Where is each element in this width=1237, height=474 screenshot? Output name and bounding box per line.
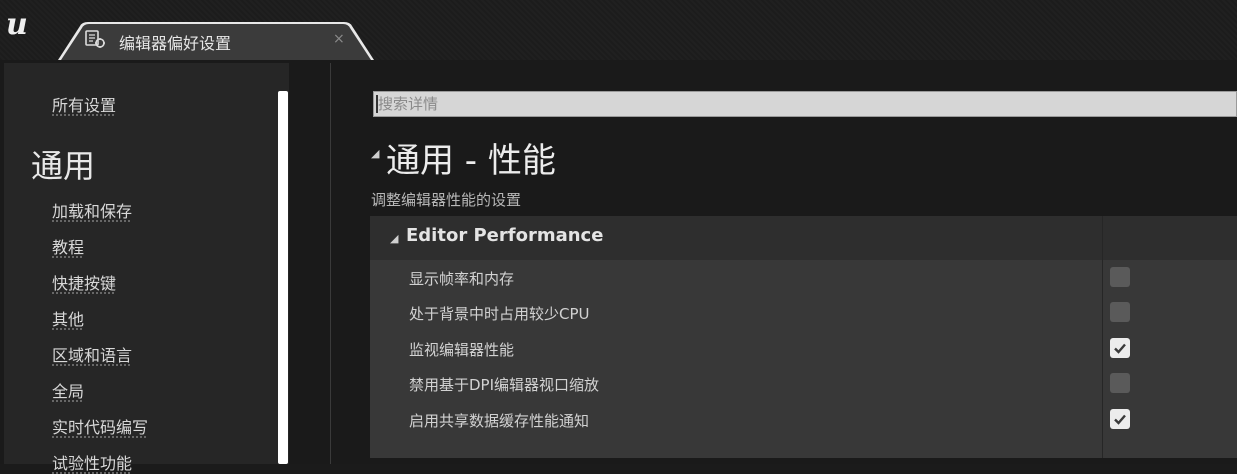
- collapse-triangle-icon[interactable]: ◢: [371, 147, 379, 160]
- sidebar-item-miscellaneous[interactable]: 其他: [52, 306, 84, 330]
- property-label: 启用共享数据缓存性能通知: [409, 412, 590, 430]
- property-label: 显示帧率和内存: [409, 270, 515, 288]
- checkmark-icon: [1114, 343, 1126, 354]
- category-title: Editor Performance: [406, 225, 604, 246]
- sidebar-item-tutorials[interactable]: 教程: [52, 234, 84, 258]
- tab-title: 编辑器偏好设置: [119, 34, 232, 53]
- sidebar-scrollbar[interactable]: [278, 91, 288, 464]
- checkbox-throttle-cpu-background[interactable]: [1110, 302, 1130, 322]
- divider[interactable]: [330, 63, 331, 464]
- page-title: 通用 - 性能: [386, 141, 556, 181]
- checkbox-disable-dpi-viewport-scaling[interactable]: [1110, 373, 1130, 393]
- sidebar-item-keyboard-shortcuts[interactable]: 快捷按键: [52, 270, 116, 294]
- sidebar-item-experimental[interactable]: 试验性功能: [52, 450, 132, 474]
- property-label: 处于背景中时占用较少CPU: [409, 305, 590, 323]
- sidebar-item-region-language[interactable]: 区域和语言: [52, 342, 132, 366]
- nav-all-settings[interactable]: 所有设置: [52, 92, 116, 116]
- page-description: 调整编辑器性能的设置: [371, 191, 522, 209]
- property-label: 禁用基于DPI编辑器视口缩放: [409, 376, 600, 394]
- settings-editor-icon: [84, 28, 106, 50]
- tab-editor-preferences[interactable]: 编辑器偏好设置 ×: [58, 22, 374, 60]
- checkmark-icon: [1114, 414, 1126, 425]
- search-input[interactable]: [378, 92, 1218, 116]
- column-divider[interactable]: [1102, 216, 1103, 458]
- sidebar-item-live-coding[interactable]: 实时代码编写: [52, 414, 148, 438]
- unreal-logo-icon[interactable]: u: [6, 8, 40, 42]
- search-box[interactable]: [373, 91, 1237, 117]
- nav-section-title: 通用: [31, 147, 96, 185]
- tab-close-icon[interactable]: ×: [333, 31, 345, 47]
- checkbox-shared-ddc-performance-notifications[interactable]: [1110, 409, 1130, 429]
- checkbox-monitor-editor-performance[interactable]: [1110, 338, 1130, 358]
- sidebar-item-global[interactable]: 全局: [52, 378, 84, 402]
- category-expand-icon[interactable]: ◢: [390, 232, 398, 245]
- sidebar-item-loading-saving[interactable]: 加载和保存: [52, 198, 132, 222]
- checkbox-show-framerate-memory[interactable]: [1110, 267, 1130, 287]
- property-label: 监视编辑器性能: [409, 341, 515, 359]
- settings-sidebar: [4, 63, 289, 464]
